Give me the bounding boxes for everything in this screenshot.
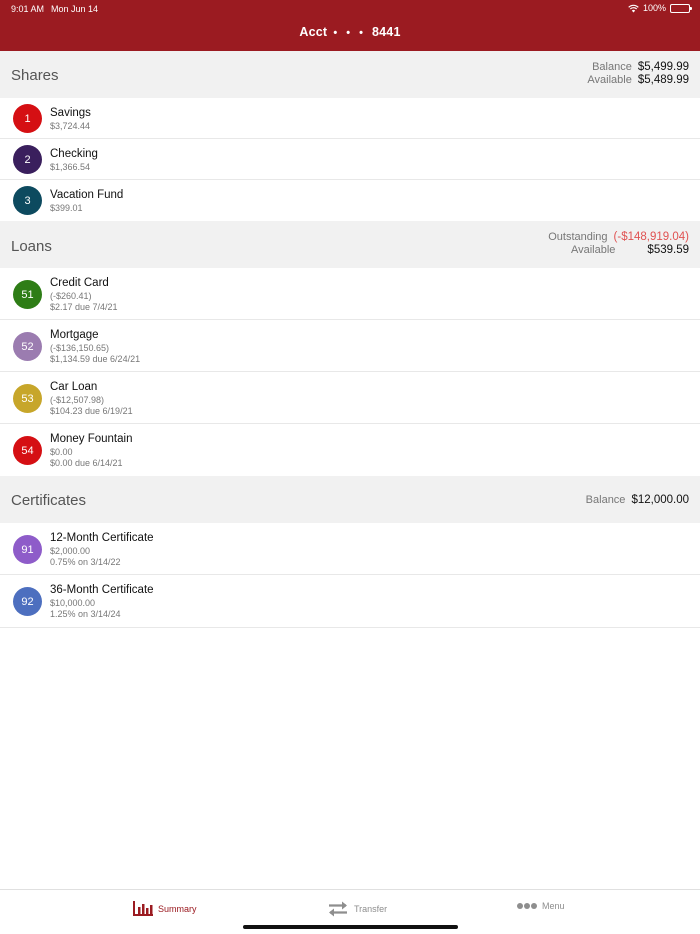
loan-payment-due: $104.23 due 6/19/21 bbox=[50, 406, 133, 416]
account-number-badge: 1 bbox=[13, 104, 42, 133]
loan-balance: $0.00 bbox=[50, 447, 73, 457]
loans-outstanding-value: (-$148,919.04) bbox=[613, 231, 689, 243]
loans-available-label: Available bbox=[570, 244, 616, 256]
home-indicator bbox=[243, 925, 458, 929]
account-name: Vacation Fund bbox=[50, 189, 124, 201]
account-number-badge: 2 bbox=[13, 145, 42, 174]
account-number-badge: 53 bbox=[13, 384, 42, 413]
status-bar: 9:01 AM Mon Jun 14 100% bbox=[0, 0, 700, 18]
account-name: 36-Month Certificate bbox=[50, 584, 154, 596]
loan-balance: (-$136,150.65) bbox=[50, 343, 110, 353]
status-time: 9:01 AM bbox=[11, 4, 45, 14]
account-name: Car Loan bbox=[50, 381, 98, 393]
tab-menu-label: Menu bbox=[542, 901, 565, 911]
loans-outstanding-label: Outstanding bbox=[548, 231, 608, 243]
certificates-balance-label: Balance bbox=[585, 494, 626, 506]
certificate-row-12-month[interactable]: 91 12-Month Certificate $2,000.00 0.75% … bbox=[0, 523, 700, 575]
loans-section-header: Loans Outstanding (-$148,919.04) Availab… bbox=[0, 221, 700, 268]
battery-icon bbox=[670, 3, 692, 13]
shares-balance-value: $5,499.99 bbox=[637, 61, 689, 73]
account-name: Credit Card bbox=[50, 277, 109, 289]
more-dots-icon bbox=[517, 903, 537, 909]
loans-title: Loans bbox=[11, 238, 52, 255]
loan-row-car-loan[interactable]: 53 Car Loan (-$12,507.98) $104.23 due 6/… bbox=[0, 372, 700, 424]
status-indicators: 100% bbox=[628, 3, 692, 13]
account-amount: $3,724.44 bbox=[50, 121, 91, 131]
share-row-vacation-fund[interactable]: 3 Vacation Fund $399.01 bbox=[0, 180, 700, 221]
shares-title: Shares bbox=[11, 67, 59, 84]
certificate-row-36-month[interactable]: 92 36-Month Certificate $10,000.00 1.25%… bbox=[0, 575, 700, 628]
shares-available-value: $5,489.99 bbox=[637, 74, 689, 86]
loans-available-value: $539.59 bbox=[647, 244, 689, 256]
tab-menu[interactable]: Menu bbox=[517, 901, 565, 911]
certificates-balance: Balance $12,000.00 bbox=[586, 494, 689, 506]
wifi-icon bbox=[628, 4, 639, 12]
certificates-section-header: Certificates Balance $12,000.00 bbox=[0, 476, 700, 523]
loans-outstanding: Outstanding (-$148,919.04) bbox=[548, 231, 689, 243]
bar-chart-icon bbox=[133, 901, 153, 916]
account-mask-dots: • • • bbox=[333, 27, 366, 39]
app-header: 9:01 AM Mon Jun 14 100% Acct • • • 8441 bbox=[0, 0, 700, 51]
account-number-badge: 54 bbox=[13, 436, 42, 465]
shares-balance: Balance $5,499.99 bbox=[592, 61, 689, 73]
tab-summary[interactable]: Summary bbox=[133, 901, 197, 916]
certificate-rate-maturity: 1.25% on 3/14/24 bbox=[50, 609, 121, 619]
account-name: Mortgage bbox=[50, 329, 99, 341]
account-number: 8441 bbox=[371, 25, 401, 39]
account-number-badge: 51 bbox=[13, 280, 42, 309]
loans-available: Available $539.59 bbox=[571, 244, 689, 256]
certificate-rate-maturity: 0.75% on 3/14/22 bbox=[50, 557, 121, 567]
share-row-savings[interactable]: 1 Savings $3,724.44 bbox=[0, 98, 700, 139]
battery-percent: 100% bbox=[642, 3, 666, 13]
account-name: Checking bbox=[50, 148, 98, 160]
loan-row-money-fountain[interactable]: 54 Money Fountain $0.00 $0.00 due 6/14/2… bbox=[0, 424, 700, 476]
account-number-badge: 52 bbox=[13, 332, 42, 361]
account-amount: $1,366.54 bbox=[50, 162, 91, 172]
account-number-badge: 3 bbox=[13, 186, 42, 215]
share-row-checking[interactable]: 2 Checking $1,366.54 bbox=[0, 139, 700, 180]
loan-payment-due: $1,134.59 due 6/24/21 bbox=[50, 354, 141, 364]
loan-row-credit-card[interactable]: 51 Credit Card (-$260.41) $2.17 due 7/4/… bbox=[0, 268, 700, 320]
account-name: Savings bbox=[50, 107, 91, 119]
loan-balance: (-$260.41) bbox=[50, 291, 92, 301]
account-number-badge: 92 bbox=[13, 587, 42, 616]
account-title: Acct • • • 8441 bbox=[0, 25, 700, 39]
transfer-arrows-icon bbox=[329, 901, 347, 917]
account-name: 12-Month Certificate bbox=[50, 532, 154, 544]
shares-balance-label: Balance bbox=[592, 61, 632, 73]
certificates-balance-value: $12,000.00 bbox=[631, 494, 689, 506]
loan-payment-due: $0.00 due 6/14/21 bbox=[50, 458, 123, 468]
certificate-amount: $10,000.00 bbox=[50, 598, 96, 608]
shares-available: Available $5,489.99 bbox=[587, 74, 689, 86]
tab-transfer-label: Transfer bbox=[354, 904, 388, 914]
tab-transfer[interactable]: Transfer bbox=[327, 901, 387, 917]
account-title-prefix: Acct bbox=[299, 25, 328, 39]
certificates-title: Certificates bbox=[11, 492, 87, 509]
loan-balance: (-$12,507.98) bbox=[50, 395, 105, 405]
tab-summary-label: Summary bbox=[158, 903, 197, 914]
certificate-amount: $2,000.00 bbox=[50, 546, 91, 556]
shares-section-header: Shares Balance $5,499.99 Available $5,48… bbox=[0, 51, 700, 98]
account-number-badge: 91 bbox=[13, 535, 42, 564]
status-date: Mon Jun 14 bbox=[51, 4, 99, 14]
account-name: Money Fountain bbox=[50, 433, 133, 445]
account-amount: $399.01 bbox=[50, 203, 83, 213]
shares-available-label: Available bbox=[587, 74, 632, 86]
loan-row-mortgage[interactable]: 52 Mortgage (-$136,150.65) $1,134.59 due… bbox=[0, 320, 700, 372]
loan-payment-due: $2.17 due 7/4/21 bbox=[50, 302, 118, 312]
